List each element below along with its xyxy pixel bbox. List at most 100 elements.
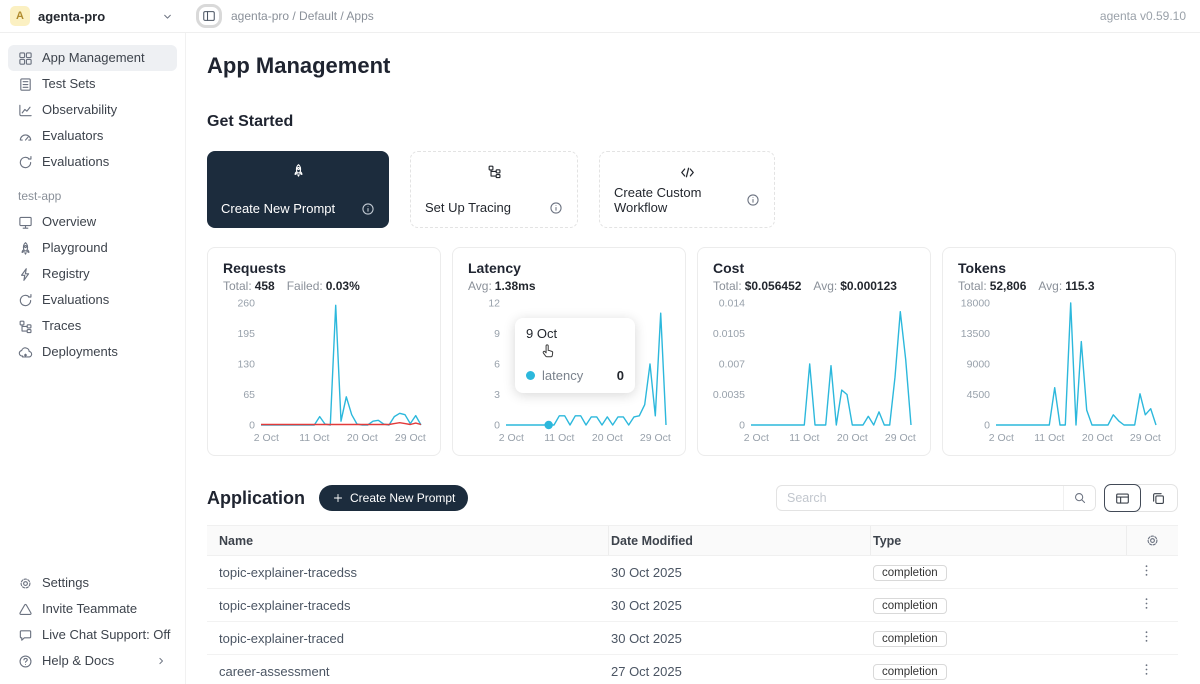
svg-text:0.0105: 0.0105: [713, 328, 745, 340]
sidebar-item-app-evaluations[interactable]: Evaluations: [8, 287, 177, 313]
sidebar-item-evaluators[interactable]: Evaluators: [8, 123, 177, 149]
table-row[interactable]: topic-explainer-traced30 Oct 2025complet…: [207, 622, 1178, 655]
info-icon[interactable]: [361, 202, 375, 216]
sidebar-item-label: App Management: [42, 50, 145, 66]
svg-text:11 Oct: 11 Oct: [299, 432, 329, 444]
type-badge: completion: [873, 631, 947, 647]
cost-chart[interactable]: 00.00350.0070.01050.0142 Oct11 Oct20 Oct…: [713, 297, 917, 445]
sidebar-item-app-deployments[interactable]: Deployments: [8, 339, 177, 365]
svg-text:9000: 9000: [967, 359, 991, 371]
date-modified-cell: 30 Oct 2025: [609, 565, 871, 580]
refresh-icon: [18, 155, 33, 170]
svg-text:29 Oct: 29 Oct: [1130, 432, 1161, 444]
search-icon: [1073, 491, 1087, 505]
metric-stats: Total:458Failed:0.03%: [223, 279, 425, 293]
series-dot-icon: [526, 371, 535, 380]
main-content: App Management Get Started Create New Pr…: [186, 0, 1200, 684]
sidebar-toggle-button[interactable]: [196, 4, 222, 28]
row-actions-button[interactable]: [1133, 594, 1160, 616]
mouse-cursor-icon: [539, 343, 556, 363]
tokens-chart[interactable]: 04500900013500180002 Oct11 Oct20 Oct29 O…: [958, 297, 1162, 445]
svg-text:4500: 4500: [967, 389, 991, 401]
get-started-cards: Create New Prompt Set Up Tracing Create Cu…: [207, 151, 1178, 228]
column-header-date-modified[interactable]: Date Modified: [609, 526, 871, 555]
sidebar-item-live-chat-support-off[interactable]: Live Chat Support: Off: [8, 622, 177, 648]
type-cell: completion: [871, 597, 1127, 614]
sidebar-footer: SettingsInvite TeammateLive Chat Support…: [0, 570, 185, 674]
svg-text:11 Oct: 11 Oct: [1034, 432, 1064, 444]
refresh-icon: [18, 293, 33, 308]
list-icon: [18, 77, 33, 92]
row-actions-button[interactable]: [1133, 627, 1160, 649]
hovered-point-marker: [544, 421, 552, 429]
date-modified-cell: 30 Oct 2025: [609, 631, 871, 646]
metric-card-latency: LatencyAvg:1.38ms0369122 Oct11 Oct20 Oct…: [452, 247, 686, 456]
get-started-card-label: Create Custom Workflow: [614, 185, 738, 215]
search-box: [776, 485, 1096, 511]
top-bar: A agenta-pro agenta-pro / Default / Apps…: [0, 0, 1200, 33]
card-view-icon: [1151, 491, 1166, 506]
sidebar-item-invite-teammate[interactable]: Invite Teammate: [8, 596, 177, 622]
grid-icon: [18, 51, 33, 66]
chat-icon: [18, 628, 33, 643]
row-actions-button[interactable]: [1133, 660, 1160, 682]
search-input[interactable]: [777, 491, 1063, 505]
get-started-card-create-custom-workflow[interactable]: Create Custom Workflow: [599, 151, 775, 228]
metric-stats: Total:52,806Avg:115.3: [958, 279, 1160, 293]
get-started-heading: Get Started: [207, 113, 1178, 131]
sidebar-item-app-overview[interactable]: Overview: [8, 209, 177, 235]
sidebar-item-label: Evaluations: [42, 292, 109, 308]
sidebar-item-app-traces[interactable]: Traces: [8, 313, 177, 339]
svg-text:9: 9: [494, 328, 500, 340]
svg-text:2 Oct: 2 Oct: [499, 432, 524, 444]
sidebar-item-test-sets[interactable]: Test Sets: [8, 71, 177, 97]
sidebar-item-app-management[interactable]: App Management: [8, 45, 177, 71]
get-started-card-set-up-tracing[interactable]: Set Up Tracing: [410, 151, 578, 228]
card-view-button[interactable]: [1140, 485, 1177, 511]
info-icon[interactable]: [549, 201, 563, 215]
sidebar-item-label: Deployments: [42, 344, 118, 360]
sidebar-item-app-playground[interactable]: Playground: [8, 235, 177, 261]
row-actions-button[interactable]: [1133, 561, 1160, 583]
table-row[interactable]: career-assessment27 Oct 2025completion: [207, 655, 1178, 684]
svg-text:195: 195: [237, 328, 255, 340]
chart-tooltip: 9 Octlatency0: [515, 318, 635, 393]
monitor-icon: [18, 215, 33, 230]
type-badge: completion: [873, 598, 947, 614]
svg-text:18000: 18000: [961, 298, 990, 310]
table-view-icon: [1115, 491, 1130, 506]
table-settings-gear-icon[interactable]: [1145, 533, 1160, 548]
chevron-right-icon: [155, 655, 167, 667]
sidebar-item-settings[interactable]: Settings: [8, 570, 177, 596]
panel-icon: [202, 9, 216, 23]
svg-text:0: 0: [984, 420, 990, 432]
table-view-button[interactable]: [1104, 484, 1141, 512]
svg-text:20 Oct: 20 Oct: [347, 432, 378, 444]
table-row[interactable]: topic-explainer-tracedss30 Oct 2025compl…: [207, 556, 1178, 589]
create-new-prompt-button[interactable]: Create New Prompt: [319, 485, 468, 511]
gear-icon: [18, 576, 33, 591]
sidebar-item-label: Observability: [42, 102, 117, 118]
info-icon[interactable]: [746, 193, 760, 207]
column-header-name[interactable]: Name: [207, 526, 609, 555]
table-row[interactable]: topic-explainer-traceds30 Oct 2025comple…: [207, 589, 1178, 622]
sidebar-item-observability[interactable]: Observability: [8, 97, 177, 123]
sidebar-item-evaluations[interactable]: Evaluations: [8, 149, 177, 175]
svg-text:20 Oct: 20 Oct: [592, 432, 623, 444]
type-badge: completion: [873, 565, 947, 581]
sidebar-item-help-docs[interactable]: Help & Docs: [8, 648, 177, 674]
svg-text:2 Oct: 2 Oct: [254, 432, 279, 444]
sidebar-item-app-registry[interactable]: Registry: [8, 261, 177, 287]
svg-text:6: 6: [494, 359, 500, 371]
requests-chart[interactable]: 0651301952602 Oct11 Oct20 Oct29 Oct: [223, 297, 427, 445]
svg-text:29 Oct: 29 Oct: [885, 432, 916, 444]
search-button[interactable]: [1063, 486, 1095, 510]
page-title: App Management: [207, 53, 1178, 79]
get-started-card-create-new-prompt[interactable]: Create New Prompt: [207, 151, 389, 228]
workspace-selector[interactable]: A agenta-pro: [0, 6, 186, 26]
column-header-type[interactable]: Type: [871, 526, 1127, 555]
gauge-icon: [18, 129, 33, 144]
chart-icon: [18, 103, 33, 118]
svg-text:130: 130: [237, 359, 255, 371]
sidebar-item-label: Overview: [42, 214, 96, 230]
